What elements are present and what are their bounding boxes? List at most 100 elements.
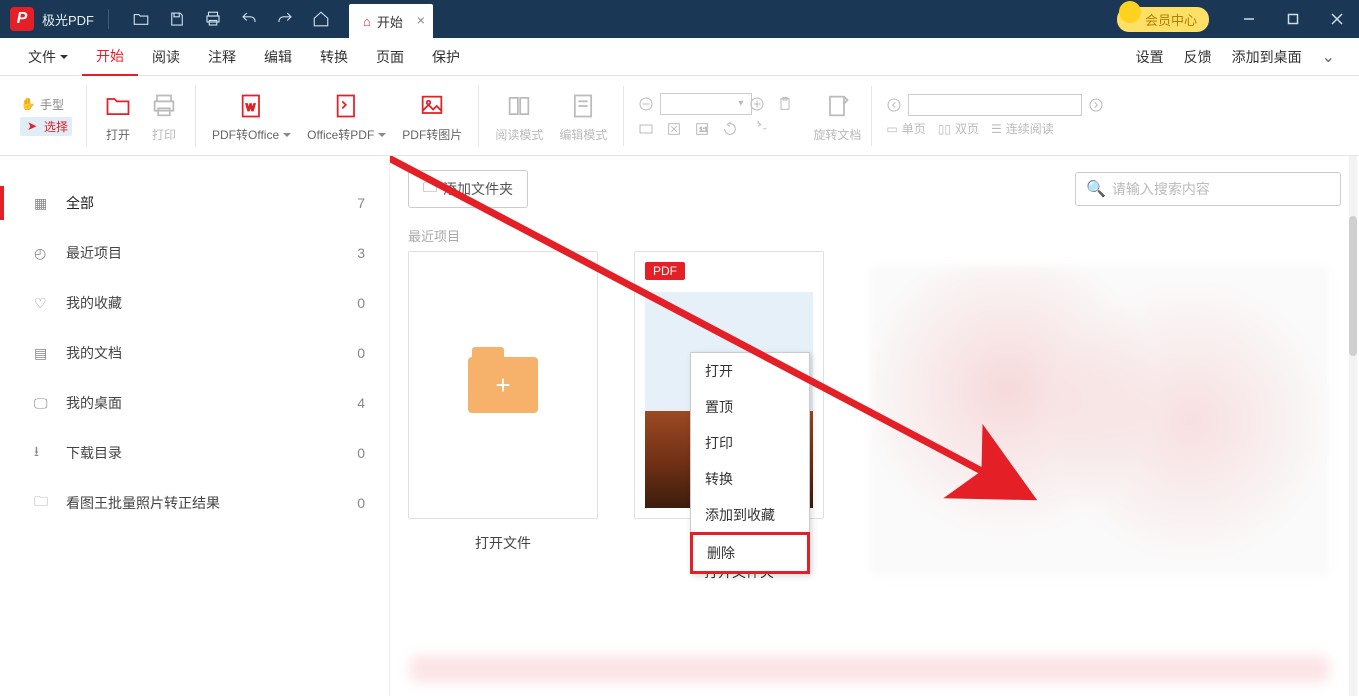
open-icon <box>103 88 133 124</box>
menu-annotate[interactable]: 注释 <box>194 38 250 76</box>
sidebar-item-count: 4 <box>357 395 365 411</box>
sidebar-item-favorites[interactable]: ♡ 我的收藏 0 <box>0 278 389 328</box>
sidebar-item-label: 全部 <box>66 193 94 213</box>
ctx-favorite[interactable]: 添加到收藏 <box>691 497 809 533</box>
rotate-left-icon[interactable] <box>720 119 740 139</box>
single-page-label: 单页 <box>902 120 926 137</box>
main-content: 🗀 添加文件夹 🔍 最近项目 打开文件 PDF <box>390 156 1359 696</box>
undo-icon[interactable] <box>239 9 259 29</box>
rotate-doc-button[interactable]: 旋转文档 <box>805 84 869 147</box>
scrollbar-thumb[interactable] <box>1349 216 1357 356</box>
sidebar-item-documents[interactable]: ▤ 我的文档 0 <box>0 328 389 378</box>
menu-settings[interactable]: 设置 <box>1126 38 1174 76</box>
read-mode-button[interactable]: 阅读模式 <box>487 84 551 147</box>
menu-add-desktop[interactable]: 添加到桌面 <box>1222 38 1312 76</box>
ctx-delete[interactable]: 删除 <box>690 532 810 574</box>
office-to-pdf-icon <box>332 88 362 124</box>
sidebar-item-recent[interactable]: ◴ 最近项目 3 <box>0 228 389 278</box>
save-icon[interactable] <box>167 9 187 29</box>
search-input[interactable] <box>1112 181 1330 197</box>
edit-mode-icon <box>568 88 598 124</box>
hand-icon: ✋ <box>20 97 36 111</box>
print-icon[interactable] <box>203 9 223 29</box>
open-button[interactable]: 打开 <box>95 84 141 147</box>
zoom-in-icon[interactable] <box>747 94 767 114</box>
sidebar-item-custom-folder[interactable]: 🗀 看图王批量照片转正结果 0 <box>0 478 389 528</box>
rotate-right-icon[interactable] <box>748 119 768 139</box>
tab-start[interactable]: ⌂ 开始 × <box>349 4 433 38</box>
ctx-convert[interactable]: 转换 <box>691 461 809 497</box>
menubar: 文件 开始 阅读 注释 编辑 转换 页面 保护 设置 反馈 添加到桌面 ⌄ <box>0 38 1359 76</box>
blurred-content <box>410 656 1329 682</box>
main-top-row: 🗀 添加文件夹 🔍 <box>390 170 1359 208</box>
menu-feedback[interactable]: 反馈 <box>1174 38 1222 76</box>
clipboard-icon[interactable] <box>775 94 795 114</box>
hand-mode[interactable]: ✋手型 <box>20 96 64 113</box>
vip-button[interactable]: 会员中心 <box>1117 7 1209 32</box>
close-icon[interactable]: × <box>417 12 425 28</box>
actual-size-icon[interactable]: 1:1 <box>692 119 712 139</box>
add-folder-label: 添加文件夹 <box>443 179 513 199</box>
separator <box>623 86 624 146</box>
menu-page[interactable]: 页面 <box>362 38 418 76</box>
pdf-to-office-button[interactable]: W PDF转Office <box>204 84 299 147</box>
separator <box>86 86 87 146</box>
separator <box>478 86 479 146</box>
edit-mode-button[interactable]: 编辑模式 <box>551 84 615 147</box>
fit-width-icon[interactable] <box>636 119 656 139</box>
pdf-to-office-label: PDF转Office <box>212 126 291 143</box>
menu-start[interactable]: 开始 <box>82 38 138 76</box>
menubar-right: 设置 反馈 添加到桌面 ⌄ <box>1126 38 1345 76</box>
search-box[interactable]: 🔍 <box>1075 172 1341 206</box>
ctx-print[interactable]: 打印 <box>691 425 809 461</box>
sidebar-item-count: 0 <box>357 295 365 311</box>
sidebar-item-label: 我的文档 <box>66 343 122 363</box>
office-to-pdf-button[interactable]: Office转PDF <box>299 84 394 147</box>
dropdown-icon[interactable]: ▾ <box>738 98 743 109</box>
sidebar-item-desktop[interactable]: 🖵 我的桌面 4 <box>0 378 389 428</box>
download-icon: ⭳ <box>34 441 54 465</box>
double-page-button[interactable]: ▯▯双页 <box>938 120 979 137</box>
open-file-label: 打开文件 <box>408 533 598 553</box>
continuous-button[interactable]: ☰连续阅读 <box>991 120 1054 137</box>
folder-plus-icon <box>468 357 538 413</box>
pdf-to-image-icon <box>417 88 447 124</box>
page-next-icon[interactable] <box>1086 95 1106 115</box>
open-file-card[interactable] <box>408 251 598 519</box>
sidebar-item-all[interactable]: ▦ 全部 7 <box>0 178 389 228</box>
close-button[interactable] <box>1315 0 1359 38</box>
sidebar-item-downloads[interactable]: ⭳ 下载目录 0 <box>0 428 389 478</box>
ctx-pin[interactable]: 置顶 <box>691 389 809 425</box>
pdf-to-image-button[interactable]: PDF转图片 <box>394 84 470 147</box>
separator <box>195 86 196 146</box>
separator <box>871 86 872 146</box>
menu-file[interactable]: 文件 <box>14 38 82 76</box>
single-page-button[interactable]: ▭单页 <box>886 120 925 137</box>
print-button[interactable]: 打印 <box>141 84 187 147</box>
redo-icon[interactable] <box>275 9 295 29</box>
grid-icon: ▦ <box>34 195 54 212</box>
maximize-button[interactable] <box>1271 0 1315 38</box>
home-icon[interactable] <box>311 9 331 29</box>
pdf-to-office-icon: W <box>237 88 267 124</box>
chevron-down-icon[interactable]: ⌄ <box>1312 47 1345 67</box>
zoom-out-icon[interactable] <box>636 94 656 114</box>
app-title: 极光PDF <box>42 10 94 29</box>
open-folder-icon[interactable] <box>131 9 151 29</box>
menu-protect[interactable]: 保护 <box>418 38 474 76</box>
add-folder-button[interactable]: 🗀 添加文件夹 <box>408 170 528 208</box>
ctx-open[interactable]: 打开 <box>691 353 809 389</box>
fit-page-icon[interactable] <box>664 119 684 139</box>
page-prev-icon[interactable] <box>884 95 904 115</box>
menu-edit[interactable]: 编辑 <box>250 38 306 76</box>
select-mode[interactable]: ➤选择 <box>20 117 72 136</box>
minimize-button[interactable] <box>1227 0 1271 38</box>
menu-convert[interactable]: 转换 <box>306 38 362 76</box>
page-number-input[interactable] <box>908 94 1082 116</box>
home-tab-icon: ⌂ <box>363 14 371 29</box>
desktop-icon: 🖵 <box>34 395 54 412</box>
menu-read[interactable]: 阅读 <box>138 38 194 76</box>
cursor-icon: ➤ <box>24 119 40 133</box>
print-label: 打印 <box>152 126 176 143</box>
pdf-to-image-label: PDF转图片 <box>402 126 462 143</box>
